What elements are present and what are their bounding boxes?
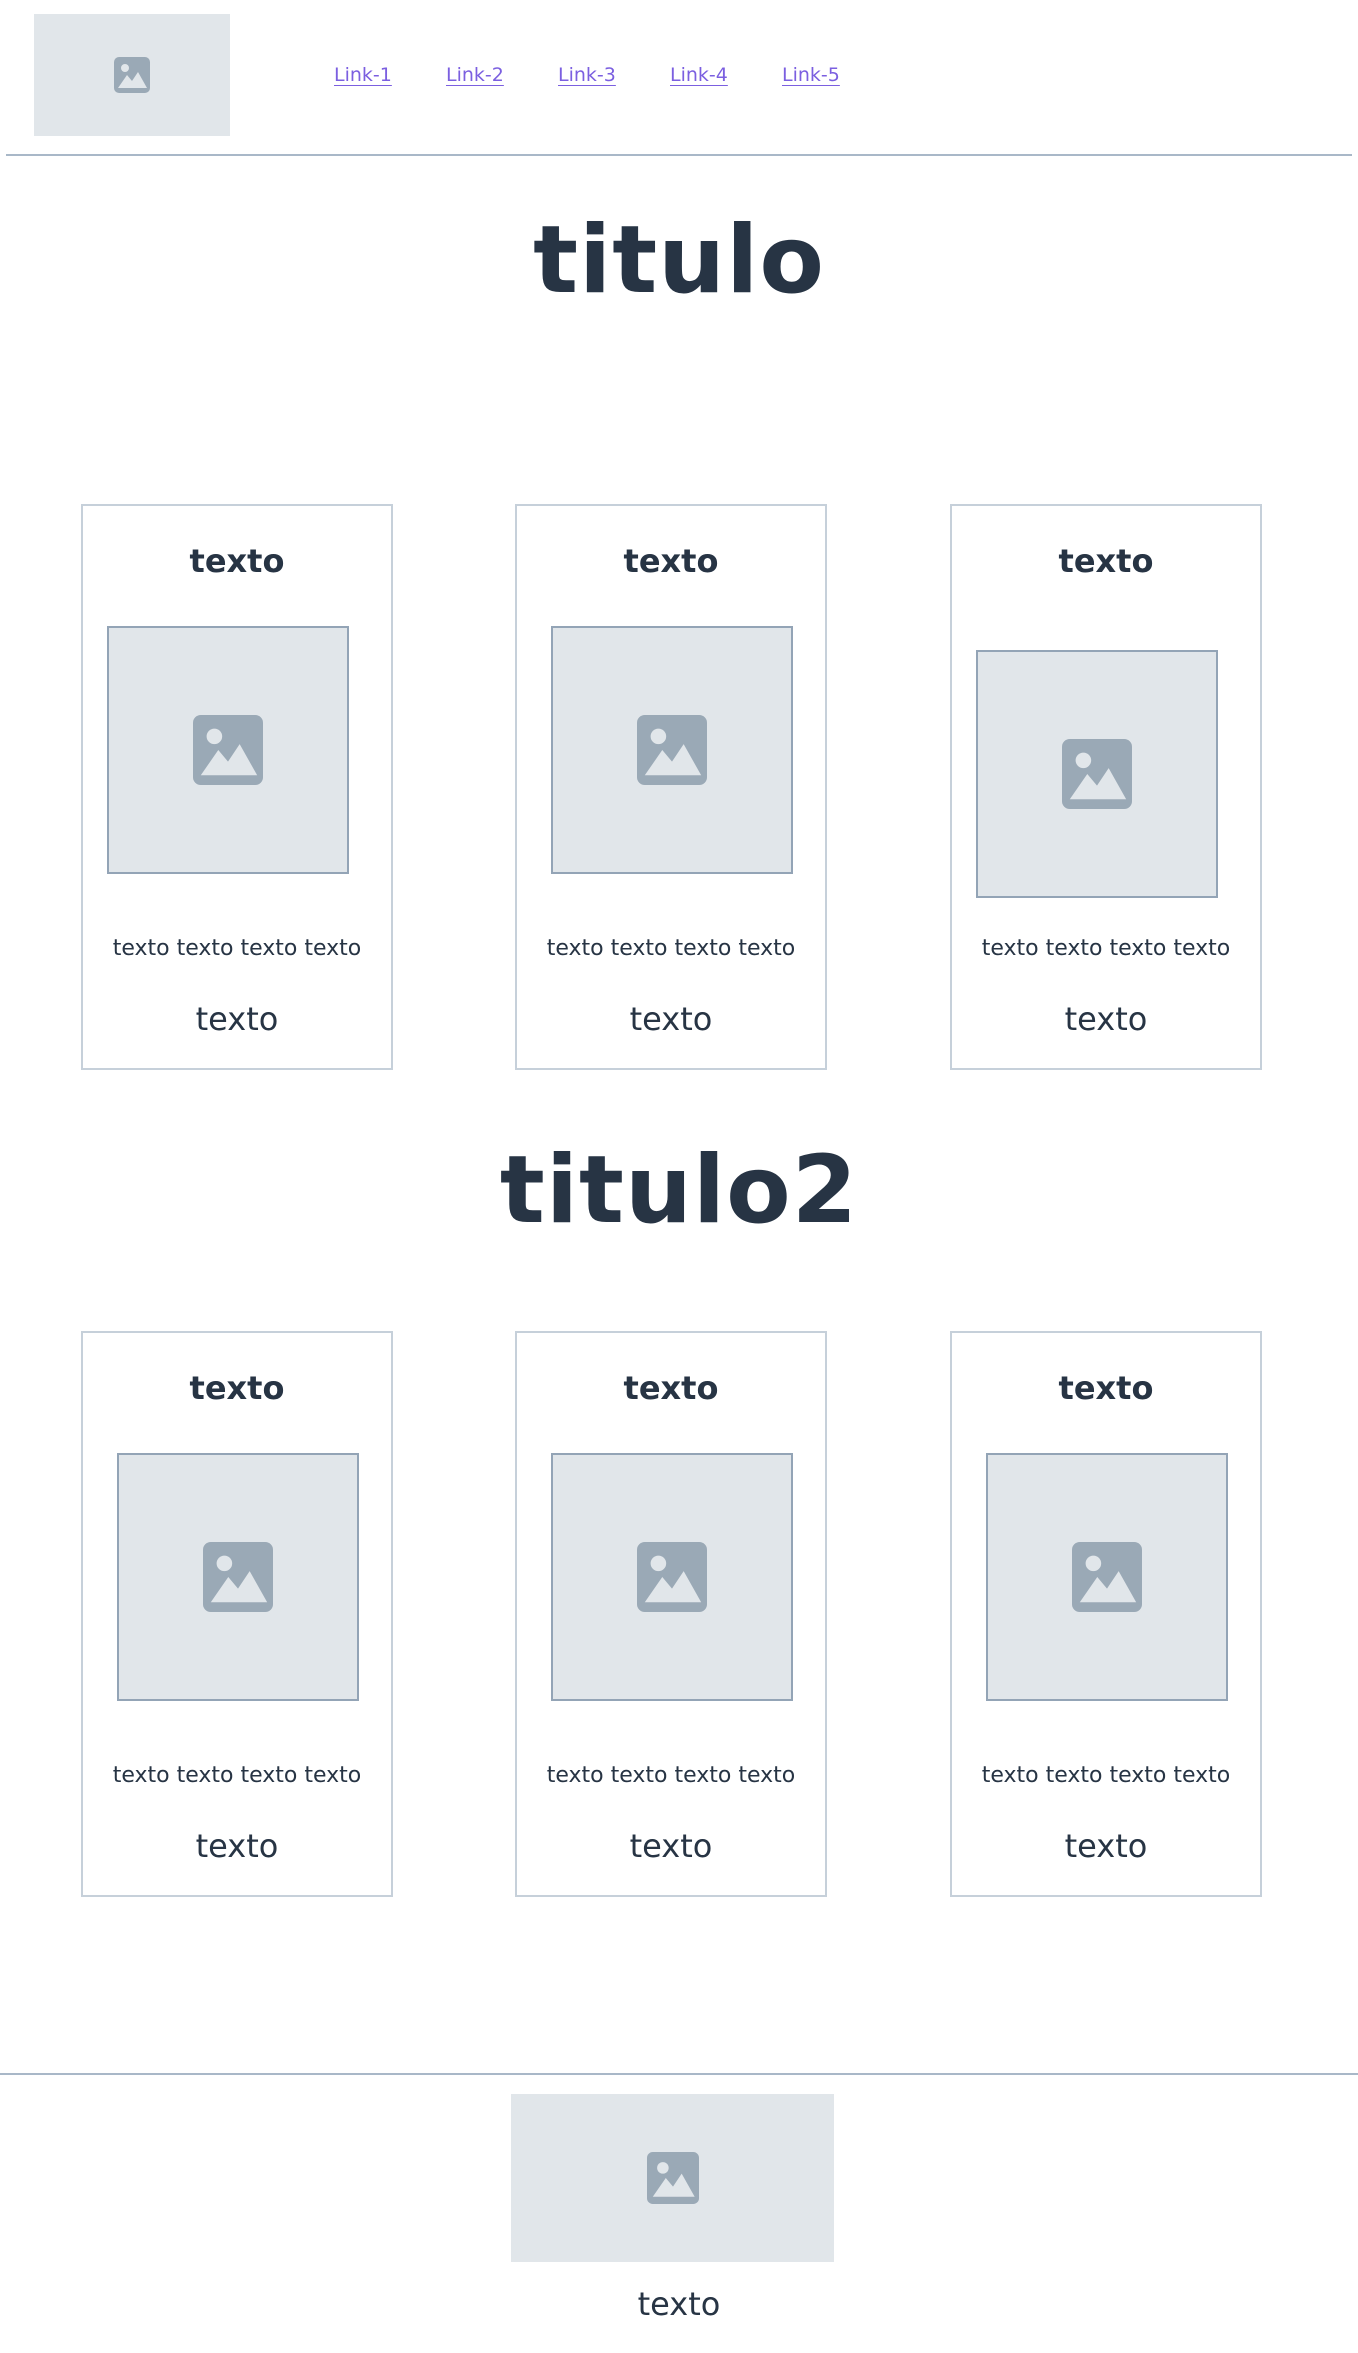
- card-footer-text: texto: [195, 1000, 279, 1038]
- logo-placeholder[interactable]: [34, 14, 230, 136]
- footer-image: [511, 2094, 834, 2262]
- card-footer-text: texto: [629, 1827, 713, 1865]
- card-heading: texto: [623, 542, 719, 580]
- header-divider: [6, 154, 1352, 156]
- card-text: texto texto texto texto: [546, 1763, 796, 1788]
- card-heading: texto: [623, 1369, 719, 1407]
- card-image: [976, 650, 1218, 898]
- card: texto texto texto texto texto texto: [515, 1331, 827, 1897]
- image-placeholder-icon: [1072, 1542, 1142, 1612]
- card-image: [107, 626, 349, 874]
- card-image: [117, 1453, 359, 1701]
- image-placeholder-icon: [114, 57, 150, 93]
- footer-divider: [0, 2073, 1358, 2075]
- card-footer-text: texto: [629, 1000, 713, 1038]
- card: texto texto texto texto texto texto: [950, 1331, 1262, 1897]
- card-footer-text: texto: [195, 1827, 279, 1865]
- card-text: texto texto texto texto: [546, 936, 796, 961]
- card-image: [986, 1453, 1228, 1701]
- image-placeholder-icon: [193, 715, 263, 785]
- card-heading: texto: [1058, 1369, 1154, 1407]
- nav-link-3[interactable]: Link-3: [558, 64, 616, 86]
- image-placeholder-icon: [1062, 739, 1132, 809]
- image-placeholder-icon: [203, 1542, 273, 1612]
- card-footer-text: texto: [1064, 1827, 1148, 1865]
- card: texto texto texto texto texto texto: [81, 504, 393, 1070]
- card: texto texto texto texto texto texto: [950, 504, 1262, 1070]
- nav-link-4[interactable]: Link-4: [670, 64, 728, 86]
- card-heading: texto: [1058, 542, 1154, 580]
- card: texto texto texto texto texto texto: [81, 1331, 393, 1897]
- nav-link-2[interactable]: Link-2: [446, 64, 504, 86]
- card-text: texto texto texto texto: [981, 936, 1231, 961]
- card-heading: texto: [189, 1369, 285, 1407]
- card-text: texto texto texto texto: [981, 1763, 1231, 1788]
- card-image: [551, 1453, 793, 1701]
- card-text: texto texto texto texto: [112, 936, 362, 961]
- card-footer-text: texto: [1064, 1000, 1148, 1038]
- page-title: titulo: [533, 206, 825, 315]
- card-image: [551, 626, 793, 874]
- nav-link-1[interactable]: Link-1: [334, 64, 392, 86]
- section-title: titulo2: [499, 1136, 859, 1245]
- card-heading: texto: [189, 542, 285, 580]
- card-text: texto texto texto texto: [112, 1763, 362, 1788]
- card: texto texto texto texto texto texto: [515, 504, 827, 1070]
- image-placeholder-icon: [637, 1542, 707, 1612]
- image-placeholder-icon: [637, 715, 707, 785]
- image-placeholder-icon: [646, 2152, 699, 2204]
- footer-text: texto: [637, 2285, 721, 2323]
- nav-link-5[interactable]: Link-5: [782, 64, 840, 86]
